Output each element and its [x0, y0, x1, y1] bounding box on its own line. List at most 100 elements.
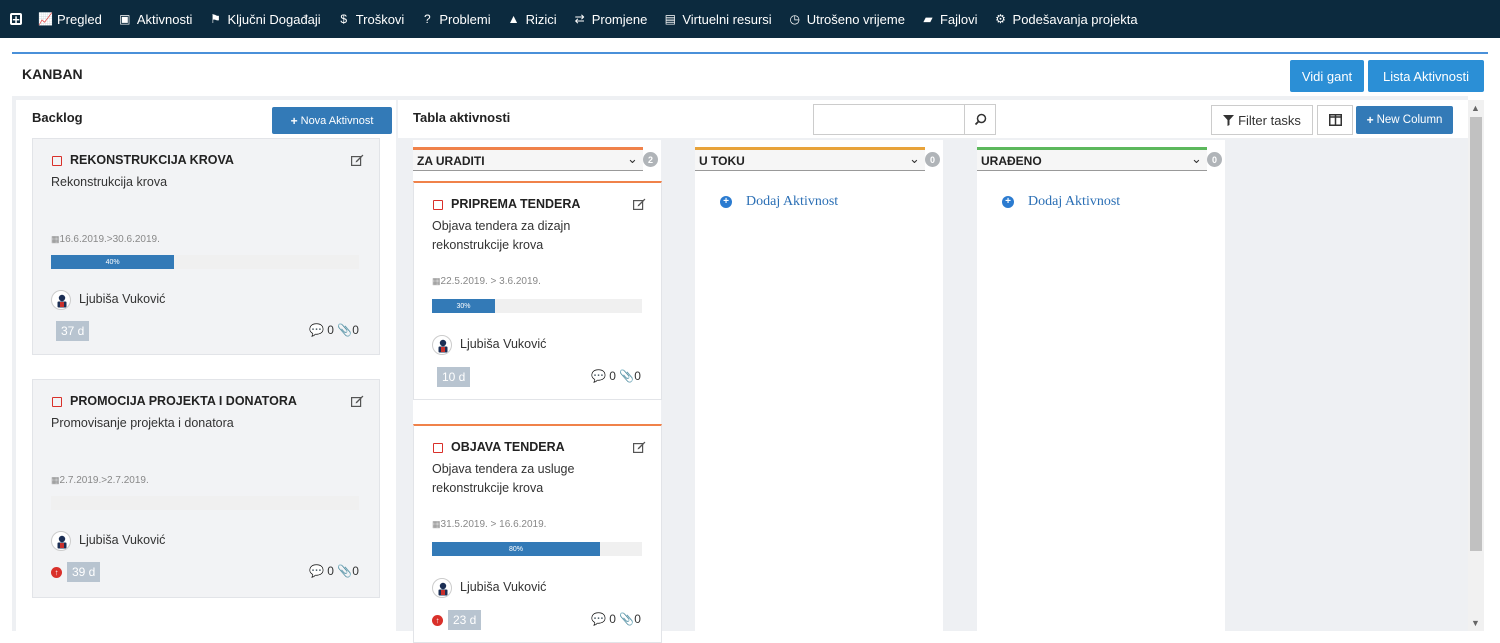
overdue-warning-icon: ↑	[51, 567, 62, 578]
search-button[interactable]	[964, 104, 996, 135]
task-card[interactable]: OBJAVA TENDERA Objava tendera za usluge r…	[413, 424, 662, 643]
new-activity-button[interactable]: + Nova Aktivnost	[272, 107, 392, 134]
column-header[interactable]: URAĐENO ⌄ 0	[977, 147, 1222, 171]
new-column-label: New Column	[1376, 114, 1443, 126]
assignee-name[interactable]: Ljubiša Vuković	[460, 580, 546, 594]
paperclip-icon: 📎	[337, 323, 353, 337]
columns-toggle-button[interactable]	[1317, 105, 1353, 135]
comment-count: 0	[327, 564, 334, 578]
progress-bar: 0%	[51, 496, 359, 510]
attachment-count: 0	[352, 323, 359, 337]
add-activity-link[interactable]: + Dodaj Aktivnost	[1002, 194, 1120, 210]
column-count-badge: 0	[1207, 152, 1222, 167]
column-header[interactable]: ZA URADITI ⌄ 2	[413, 147, 658, 171]
task-dates: ▦31.5.2019. > 16.6.2019.	[432, 519, 546, 530]
task-card[interactable]: PROMOCIJA PROJEKTA I DONATORA Promovisanj…	[32, 379, 380, 598]
avatar	[432, 335, 452, 355]
comment-icon: 💬	[309, 564, 324, 578]
question-icon: ?	[423, 12, 431, 26]
scroll-down-icon[interactable]: ▼	[1471, 618, 1480, 628]
column-header[interactable]: U TOKU ⌄ 0	[695, 147, 940, 171]
assignee-name[interactable]: Ljubiša Vuković	[79, 292, 165, 306]
nav-item-label: Rizici	[525, 11, 557, 27]
plus-circle-icon: +	[720, 196, 732, 208]
task-meta[interactable]: 💬 0 📎0	[309, 323, 359, 337]
nav-item-utro-eno-vrijeme[interactable]: ◷ Utrošeno vrijeme	[788, 12, 905, 27]
assignee-name[interactable]: Ljubiša Vuković	[460, 337, 546, 351]
top-navbar: + 📈 Pregled ▣ Aktivnosti ⚑ Ključni Događaji $ T…	[0, 0, 1500, 38]
nav-item-promjene[interactable]: ⇄ Promjene	[573, 12, 648, 27]
filter-tasks-button[interactable]: Filter tasks	[1211, 105, 1313, 135]
task-dates: ▦16.6.2019.>30.6.2019.	[51, 234, 160, 245]
edit-icon[interactable]	[633, 441, 646, 456]
task-title[interactable]: OBJAVA TENDERA	[451, 440, 565, 454]
nav-item-label: Promjene	[591, 11, 648, 27]
nav-menu: 📈 Pregled ▣ Aktivnosti ⚑ Ključni Događaji $ Tro…	[38, 12, 1154, 27]
plus-icon: +	[1366, 113, 1374, 127]
search-input[interactable]	[813, 104, 965, 135]
paperclip-icon: 📎	[619, 612, 635, 626]
nav-item-pregled[interactable]: 📈 Pregled	[38, 12, 102, 27]
scrollbar-thumb[interactable]	[1470, 117, 1482, 551]
chevron-down-icon[interactable]: ⌄	[627, 151, 638, 167]
add-activity-link[interactable]: + Dodaj Aktivnost	[720, 194, 838, 210]
scrollbar[interactable]: ▲ ▼	[1468, 100, 1484, 631]
task-description: Promovisanje projekta i donatora	[51, 416, 234, 430]
progress-fill: 40%	[51, 255, 175, 269]
nav-item-label: Ključni Događaji	[227, 11, 321, 27]
column-name: U TOKU	[699, 154, 745, 168]
backlog-panel: Backlog + Nova Aktivnost REKONSTRUKCIJA …	[16, 100, 396, 631]
page-header: KANBAN Vidi gant Lista Aktivnosti	[12, 52, 1488, 96]
scroll-up-icon[interactable]: ▲	[1471, 103, 1480, 113]
calendar-icon: ▦	[51, 475, 60, 485]
nav-item-fajlovi[interactable]: ▰ Fajlovi	[921, 12, 977, 27]
folder-icon: ▰	[923, 12, 933, 26]
chevron-down-icon[interactable]: ⌄	[1191, 151, 1202, 167]
task-title[interactable]: REKONSTRUKCIJA KROVA	[70, 153, 234, 167]
task-checkbox[interactable]	[433, 443, 443, 453]
nav-item-tro-kovi[interactable]: $ Troškovi	[337, 11, 405, 27]
add-icon[interactable]: +	[10, 13, 22, 26]
plus-icon: +	[290, 113, 298, 128]
nav-item-rizici[interactable]: ▲ Rizici	[507, 12, 557, 27]
nav-item-aktivnosti[interactable]: ▣ Aktivnosti	[118, 12, 192, 27]
task-card[interactable]: REKONSTRUKCIJA KROVA Rekonstrukcija krova…	[32, 138, 380, 355]
progress-bar: 30%	[432, 299, 642, 313]
cogs-icon: ⚙	[995, 12, 1006, 26]
new-column-button[interactable]: + New Column	[1356, 106, 1453, 134]
task-meta[interactable]: 💬 0 📎0	[591, 369, 641, 383]
avatar	[51, 290, 71, 310]
chevron-down-icon[interactable]: ⌄	[909, 151, 920, 167]
edit-icon[interactable]	[351, 395, 364, 410]
task-card[interactable]: PRIPREMA TENDERA Objava tendera za dizajn…	[413, 181, 662, 400]
calendar-icon: ▦	[432, 276, 441, 286]
nav-item-pode-avanja-projekta[interactable]: ⚙ Podešavanja projekta	[994, 12, 1137, 27]
task-meta[interactable]: 💬 0 📎0	[591, 612, 641, 626]
board-panel: Tabla aktivnosti Filter tasks + New Colu…	[398, 100, 1468, 643]
clock-icon: ◷	[789, 12, 800, 26]
activity-list-button[interactable]: Lista Aktivnosti	[1368, 60, 1484, 92]
paperclip-icon: 📎	[337, 564, 353, 578]
edit-icon[interactable]	[633, 198, 646, 213]
nav-item-klju-ni-doga-aji[interactable]: ⚑ Ključni Događaji	[208, 11, 321, 27]
task-checkbox[interactable]	[52, 397, 62, 407]
columns-icon	[1328, 114, 1342, 126]
nav-item-problemi[interactable]: ? Problemi	[420, 12, 491, 27]
task-checkbox[interactable]	[52, 156, 62, 166]
task-checkbox[interactable]	[433, 200, 443, 210]
nav-item-label: Troškovi	[355, 11, 405, 27]
attachment-count: 0	[634, 369, 641, 383]
task-dates: ▦22.5.2019. > 3.6.2019.	[432, 276, 541, 287]
task-title[interactable]: PROMOCIJA PROJEKTA I DONATORA	[70, 394, 297, 408]
view-gantt-button[interactable]: Vidi gant	[1290, 60, 1364, 92]
task-meta[interactable]: 💬 0 📎0	[309, 564, 359, 578]
assignee-name[interactable]: Ljubiša Vuković	[79, 533, 165, 547]
task-date-range: 31.5.2019. > 16.6.2019.	[440, 519, 547, 530]
edit-icon[interactable]	[351, 154, 364, 169]
suitcase-icon: ▤	[664, 12, 676, 26]
task-title[interactable]: PRIPREMA TENDERA	[451, 197, 580, 211]
calendar-icon: ▦	[432, 519, 441, 529]
filter-tasks-label: Filter tasks	[1238, 112, 1301, 128]
days-badge: 39 d	[67, 562, 101, 582]
nav-item-virtuelni-resursi[interactable]: ▤ Virtuelni resursi	[663, 12, 772, 27]
